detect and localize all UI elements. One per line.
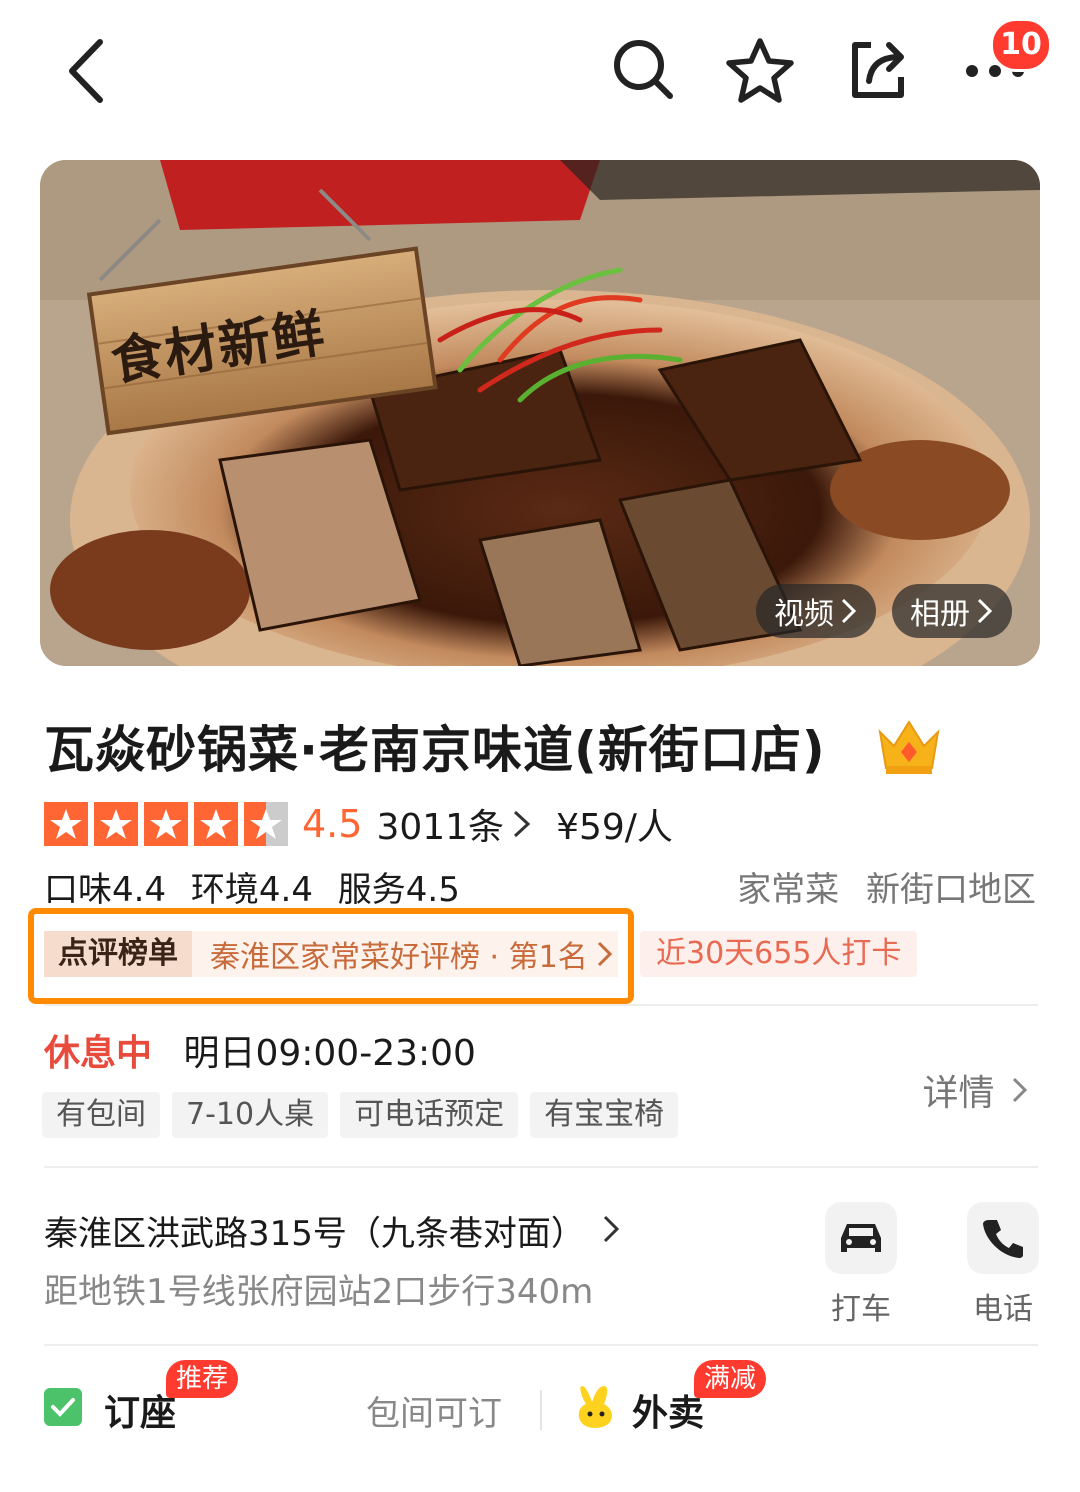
address-link[interactable]: 秦淮区洪武路315号（九条巷对面） [44, 1206, 622, 1255]
star-icon [194, 802, 238, 846]
facility-tag: 7-10人桌 [172, 1092, 329, 1138]
share-icon[interactable] [844, 36, 910, 102]
video-label: 视频 [774, 597, 834, 632]
private-room-label[interactable]: 包间可订 [366, 1386, 502, 1435]
area-label[interactable]: 新街口地区 [866, 870, 1036, 910]
price-per-person: ¥59/人 [556, 807, 673, 848]
album-button[interactable]: 相册 [892, 584, 1012, 638]
address-text: 秦淮区洪武路315号（九条巷对面） [44, 1214, 585, 1254]
taste-score: 口味4.4 [44, 870, 167, 910]
star-outline-icon[interactable] [724, 34, 796, 106]
top-bar: 10 [0, 0, 1080, 140]
ranking-text: 秦淮区家常菜好评榜 · 第1名 [210, 940, 588, 975]
divider [44, 1004, 1038, 1006]
chevron-right-icon [514, 810, 531, 838]
ranking-banner[interactable]: 点评榜单 秦淮区家常菜好评榜 · 第1名 [44, 931, 618, 977]
category-area: 家常菜 新街口地区 [737, 862, 1036, 911]
details-link[interactable]: 详情 [923, 1064, 1030, 1116]
back-arrow-icon[interactable] [56, 36, 116, 106]
facility-tag: 有包间 [42, 1092, 160, 1138]
sub-ratings: 口味4.4 环境4.4 服务4.5 [44, 862, 460, 911]
crown-icon [876, 716, 942, 776]
taxi-button[interactable]: 打车 [818, 1202, 904, 1328]
chevron-right-icon [841, 598, 857, 624]
discount-badge: 满减 [694, 1360, 767, 1398]
chevron-right-icon [597, 941, 612, 967]
album-label: 相册 [910, 597, 970, 632]
check-icon [44, 1388, 82, 1426]
checkin-badge[interactable]: 近30天655人打卡 [640, 931, 918, 977]
car-icon [825, 1202, 897, 1274]
chevron-right-icon [603, 1215, 619, 1243]
environment-score: 环境4.4 [190, 870, 313, 910]
service-score: 服务4.5 [337, 870, 460, 910]
rating-score: 4.5 [302, 802, 363, 846]
hero-photo[interactable]: 食材新鲜 [40, 160, 1040, 666]
divider [540, 1390, 542, 1430]
phone-icon [967, 1202, 1039, 1274]
facility-tag: 有宝宝椅 [530, 1092, 679, 1138]
phone-label: 电话 [973, 1292, 1033, 1327]
half-star-icon [244, 802, 288, 846]
star-icon [44, 802, 88, 846]
facility-tag: 可电话预定 [340, 1092, 519, 1138]
star-icon [94, 802, 138, 846]
facility-tags: 有包间 7-10人桌 可电话预定 有宝宝椅 [42, 1092, 679, 1138]
divider [44, 1166, 1038, 1168]
food-photo-illustration [40, 160, 1040, 666]
star-icon [144, 802, 188, 846]
chevron-right-icon [1012, 1077, 1028, 1103]
category-label[interactable]: 家常菜 [737, 870, 839, 910]
rating-row[interactable]: 4.5 3011条 ¥59/人 [44, 796, 673, 852]
review-count-link[interactable]: 3011条 [376, 798, 504, 850]
search-icon[interactable] [610, 36, 676, 102]
business-hours: 休息中 明日09:00-23:00 [44, 1024, 476, 1076]
taxi-label: 打车 [831, 1292, 891, 1327]
ranking-tag: 点评榜单 [44, 931, 192, 977]
opening-time: 明日09:00-23:00 [183, 1033, 476, 1074]
recommend-badge: 推荐 [166, 1360, 239, 1398]
details-label: 详情 [922, 1073, 995, 1114]
restaurant-name: 瓦焱砂锅菜·老南京味道(新街口店) [44, 721, 826, 779]
closed-status: 休息中 [44, 1033, 153, 1074]
video-button[interactable]: 视频 [756, 584, 876, 638]
notification-badge: 10 [990, 18, 1052, 72]
delivery-mascot-icon [576, 1382, 616, 1430]
phone-button[interactable]: 电话 [960, 1202, 1046, 1328]
chevron-right-icon [977, 598, 993, 624]
subway-distance: 距地铁1号线张府园站2口步行340m [44, 1272, 594, 1312]
service-row: 订座 推荐 包间可订 外卖 满减 [0, 1340, 1080, 1492]
